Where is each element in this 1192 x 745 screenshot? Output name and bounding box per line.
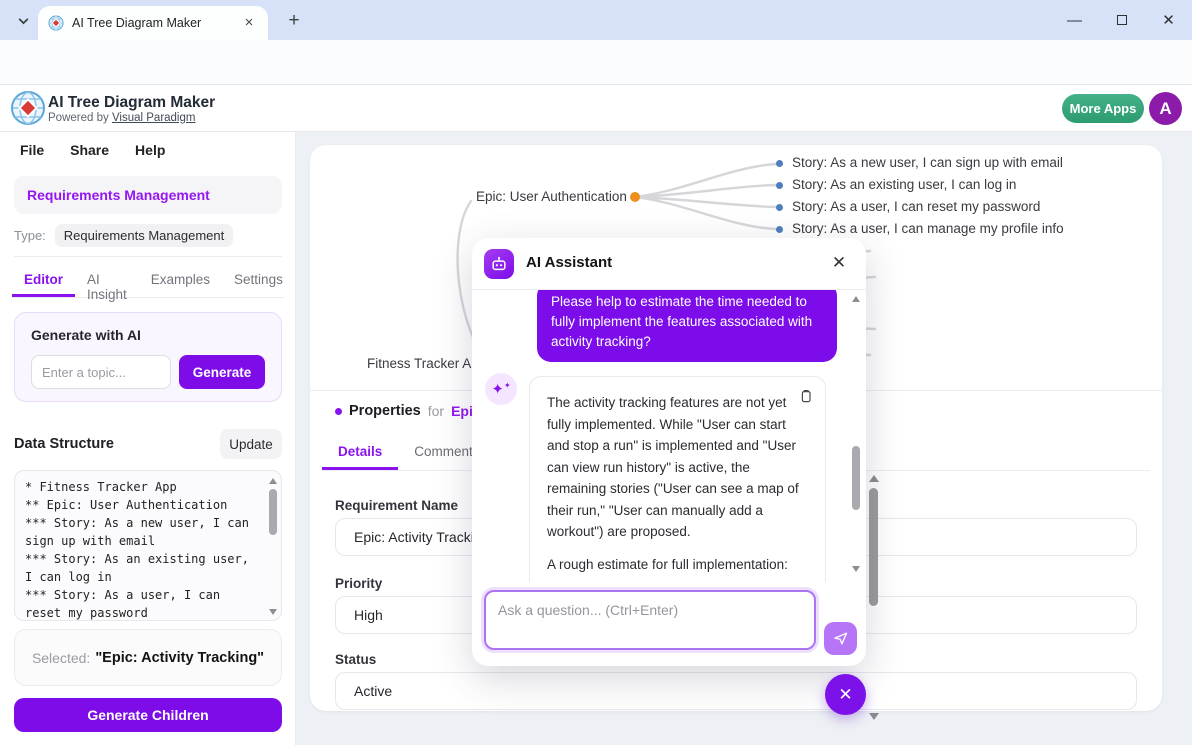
- browser-tab[interactable]: AI Tree Diagram Maker ×: [38, 6, 268, 40]
- ai-assistant-dialog: AI Assistant ✕ Please help to estimate t…: [472, 238, 866, 666]
- menu-share[interactable]: Share: [70, 142, 109, 158]
- close-window-button[interactable]: ✕: [1145, 0, 1192, 40]
- selected-node-box: Selected: "Epic: Activity Tracking": [14, 629, 282, 686]
- project-name-box[interactable]: Requirements Management: [14, 176, 282, 214]
- menu-help[interactable]: Help: [135, 142, 165, 158]
- data-structure-content: * Fitness Tracker App ** Epic: User Auth…: [25, 478, 257, 621]
- data-structure-scrollbar[interactable]: [267, 473, 279, 620]
- page-scrollbar-thumb[interactable]: [869, 488, 878, 606]
- ai-response-paragraph: The activity tracking features are not y…: [547, 392, 808, 543]
- tab-examples[interactable]: Examples: [139, 266, 222, 297]
- generate-with-ai-panel: Generate with AI Generate: [14, 312, 282, 402]
- app-title: AI Tree Diagram Maker: [48, 94, 215, 112]
- tab-title: AI Tree Diagram Maker: [72, 16, 240, 30]
- user-message-bubble: Please help to estimate the time needed …: [537, 290, 837, 362]
- epic-user-auth-dot[interactable]: [630, 192, 640, 202]
- maximize-button[interactable]: [1098, 0, 1145, 40]
- scroll-down-icon[interactable]: [269, 609, 277, 615]
- browser-titlebar: AI Tree Diagram Maker × + — ✕: [0, 0, 1192, 40]
- tab-editor[interactable]: Editor: [12, 266, 75, 297]
- paper-plane-icon: [832, 630, 849, 647]
- scrollbar-thumb[interactable]: [269, 489, 277, 535]
- generate-panel-title: Generate with AI: [31, 327, 265, 343]
- type-row: Type: Requirements Management: [14, 224, 233, 247]
- ai-response-paragraph: A rough estimate for full implementation…: [547, 554, 808, 576]
- generate-children-button[interactable]: Generate Children: [14, 698, 282, 732]
- powered-by: Powered by Visual Paradigm: [48, 112, 195, 124]
- maximize-icon: [1117, 15, 1127, 25]
- tab-ai-insight[interactable]: AI Insight: [75, 266, 139, 297]
- more-apps-button[interactable]: More Apps: [1062, 94, 1144, 123]
- chat-messages: Please help to estimate the time needed …: [472, 290, 866, 582]
- node-epic-user-auth[interactable]: Epic: User Authentication: [476, 189, 627, 204]
- node-story-login[interactable]: Story: As an existing user, I can log in: [792, 177, 1016, 192]
- sparkles-icon: ✦✦: [491, 382, 510, 397]
- menu-bar: File Share Help: [20, 142, 165, 158]
- menu-file[interactable]: File: [20, 142, 44, 158]
- topic-input[interactable]: [31, 355, 171, 389]
- sidebar: File Share Help Requirements Management …: [0, 132, 296, 745]
- workspace: File Share Help Requirements Management …: [0, 132, 1192, 745]
- browser-toolbar: ← → ⟳ ai-toolbox.visual-paradigm.com/app…: [0, 40, 1192, 85]
- node-story-reset-password[interactable]: Story: As a user, I can reset my passwor…: [792, 199, 1040, 214]
- selected-value: "Epic: Activity Tracking": [95, 650, 264, 666]
- ai-response-card: The activity tracking features are not y…: [529, 376, 826, 582]
- priority-label: Priority: [335, 576, 382, 591]
- visual-paradigm-logo: [10, 90, 46, 126]
- ai-assistant-close-icon[interactable]: ✕: [828, 252, 850, 274]
- send-button[interactable]: [824, 622, 857, 655]
- project-name: Requirements Management: [27, 187, 210, 203]
- tab-details[interactable]: Details: [322, 435, 398, 470]
- properties-for-label: for: [428, 403, 444, 419]
- chat-scroll-up-icon[interactable]: [852, 296, 860, 302]
- visual-paradigm-link[interactable]: Visual Paradigm: [112, 112, 196, 124]
- sidebar-divider: [14, 256, 282, 257]
- robot-icon: [484, 249, 514, 279]
- sidebar-tabs: Editor AI Insight Examples Settings: [12, 266, 284, 298]
- story-dot[interactable]: [776, 226, 783, 233]
- data-structure-textarea[interactable]: * Fitness Tracker App ** Epic: User Auth…: [14, 470, 282, 621]
- data-structure-title: Data Structure: [14, 436, 114, 452]
- ask-question-input[interactable]: [484, 590, 816, 650]
- story-dot[interactable]: [776, 182, 783, 189]
- copy-icon[interactable]: [798, 388, 814, 404]
- tab-settings[interactable]: Settings: [222, 266, 295, 297]
- ai-sparkles-avatar: ✦✦: [485, 373, 517, 405]
- scroll-up-icon[interactable]: [269, 478, 277, 484]
- page-scroll-up-icon[interactable]: [869, 475, 879, 482]
- properties-bullet-icon: [335, 408, 342, 415]
- generate-button[interactable]: Generate: [179, 355, 265, 389]
- properties-title: Properties: [349, 403, 421, 419]
- status-input[interactable]: Active: [335, 672, 1137, 710]
- account-avatar[interactable]: A: [1149, 92, 1182, 125]
- chat-scroll-down-icon[interactable]: [852, 566, 860, 572]
- status-label: Status: [335, 652, 376, 667]
- new-tab-button[interactable]: +: [282, 9, 306, 33]
- ai-assistant-title: AI Assistant: [526, 254, 612, 271]
- node-root[interactable]: Fitness Tracker App: [367, 356, 486, 371]
- story-dot[interactable]: [776, 160, 783, 167]
- site-favicon: [48, 15, 64, 31]
- chevron-down-icon: [17, 15, 30, 28]
- type-value: Requirements Management: [55, 224, 233, 247]
- chat-scrollbar[interactable]: [850, 290, 862, 582]
- selected-label: Selected:: [32, 650, 90, 666]
- chat-scrollbar-thumb[interactable]: [852, 446, 860, 510]
- type-label: Type:: [14, 228, 46, 243]
- node-story-signup[interactable]: Story: As a new user, I can sign up with…: [792, 155, 1063, 170]
- minimize-button[interactable]: —: [1051, 0, 1098, 40]
- page-scroll-down-icon[interactable]: [869, 713, 879, 720]
- update-button[interactable]: Update: [220, 429, 282, 459]
- requirement-name-label: Requirement Name: [335, 498, 458, 513]
- close-chat-fab[interactable]: ✕: [825, 674, 866, 715]
- tab-close-icon[interactable]: ×: [240, 14, 258, 32]
- story-dot[interactable]: [776, 204, 783, 211]
- ai-assistant-header: AI Assistant ✕: [472, 238, 866, 290]
- tab-search-button[interactable]: [12, 10, 34, 32]
- node-story-profile[interactable]: Story: As a user, I can manage my profil…: [792, 221, 1064, 236]
